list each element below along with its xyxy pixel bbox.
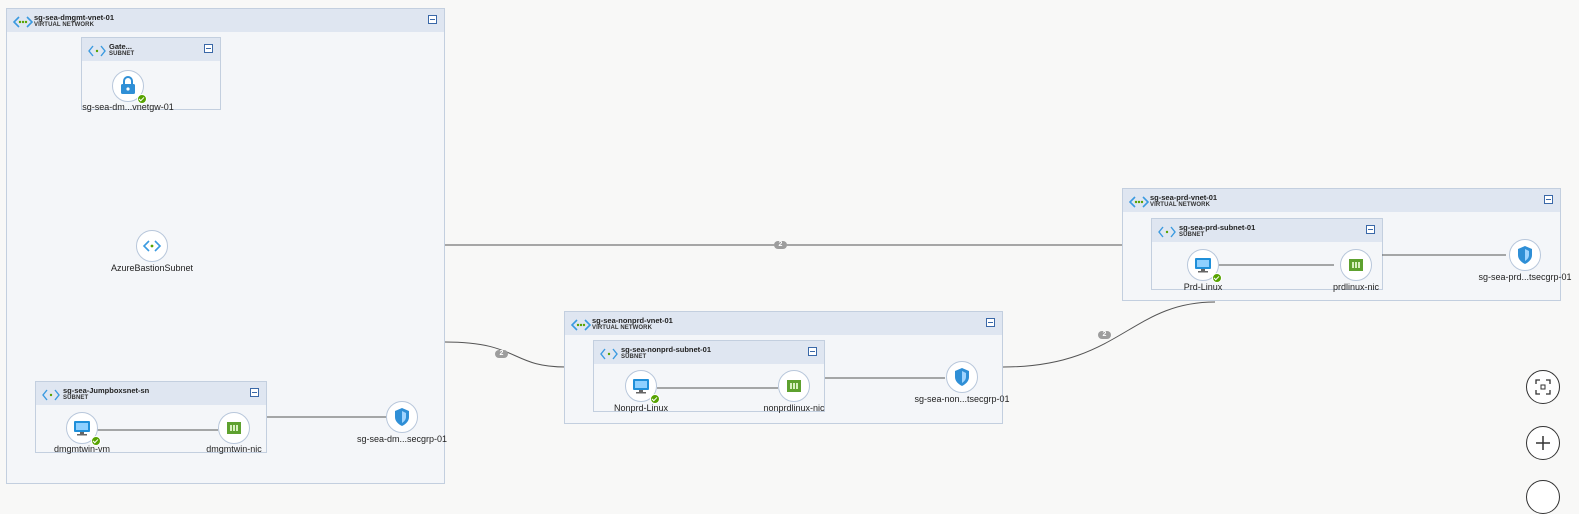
zoom-out-button[interactable] bbox=[1526, 480, 1560, 514]
nsg-node-prd[interactable] bbox=[1509, 239, 1541, 271]
vm-node-nonprd[interactable] bbox=[625, 370, 660, 404]
node-label: sg-sea-dm...secgrp-01 bbox=[356, 434, 448, 444]
node-label: sg-sea-non...tsecgrp-01 bbox=[914, 394, 1010, 404]
network-security-group-icon bbox=[955, 368, 969, 386]
peering-count-badge[interactable]: 2 bbox=[774, 241, 787, 249]
nic-node-nonprd[interactable] bbox=[778, 370, 810, 402]
node-label: sg-sea-dm...vnetgw-01 bbox=[82, 102, 174, 112]
fit-to-screen-icon bbox=[1535, 379, 1551, 395]
virtual-machine-icon bbox=[633, 379, 649, 394]
node-label: nonprdlinux-nic bbox=[763, 403, 825, 413]
nic-node-dmgmtwin[interactable] bbox=[218, 412, 250, 444]
fit-to-screen-button[interactable] bbox=[1526, 370, 1560, 404]
network-interface-icon bbox=[787, 380, 801, 392]
zoom-in-button[interactable] bbox=[1526, 426, 1560, 460]
peering-count-badge[interactable]: 2 bbox=[495, 350, 508, 358]
zoom-in-icon bbox=[1536, 436, 1550, 450]
node-label: prdlinux-nic bbox=[1332, 282, 1380, 292]
node-label: Prd-Linux bbox=[1183, 282, 1223, 292]
network-security-group-icon bbox=[395, 408, 409, 426]
node-label: sg-sea-prd...tsecgrp-01 bbox=[1478, 272, 1572, 282]
network-interface-icon bbox=[1349, 259, 1363, 271]
node-label: dmgmtwin-nic bbox=[206, 444, 262, 454]
nic-node-prd[interactable] bbox=[1340, 249, 1372, 281]
vm-node-prd[interactable] bbox=[1187, 249, 1222, 283]
network-interface-icon bbox=[227, 422, 241, 434]
vpn-gateway-node[interactable] bbox=[112, 70, 147, 104]
nsg-node-dmgmt[interactable] bbox=[386, 401, 418, 433]
subnet-icon bbox=[142, 240, 162, 252]
bastion-subnet-node[interactable] bbox=[136, 230, 168, 262]
vm-node-dmgmtwin[interactable] bbox=[66, 412, 101, 446]
node-label: dmgmtwin-vm bbox=[53, 444, 111, 454]
virtual-machine-icon bbox=[74, 421, 90, 436]
nsg-node-nonprd[interactable] bbox=[946, 361, 978, 393]
network-security-group-icon bbox=[1518, 246, 1532, 264]
node-label: Nonprd-Linux bbox=[613, 403, 669, 413]
virtual-machine-icon bbox=[1195, 258, 1211, 273]
peering-count-badge[interactable]: 2 bbox=[1098, 331, 1111, 339]
vpn-gateway-icon bbox=[121, 76, 135, 94]
node-label: AzureBastionSubnet bbox=[110, 263, 194, 273]
